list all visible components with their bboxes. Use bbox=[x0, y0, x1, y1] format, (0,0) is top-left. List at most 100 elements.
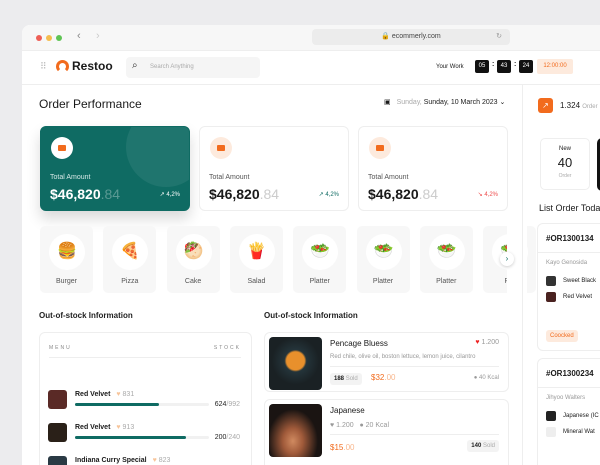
url-text: ecommerly.com bbox=[391, 33, 441, 40]
page-title: Order Performance bbox=[39, 97, 142, 111]
grid-menu-icon[interactable]: ⠿ bbox=[40, 61, 47, 72]
category-platter[interactable]: 🥗 Platter bbox=[356, 226, 410, 293]
logo-icon bbox=[56, 60, 69, 73]
product-price: $32.00 bbox=[371, 373, 396, 382]
reload-icon[interactable]: ↻ bbox=[496, 29, 502, 45]
trend-up-icon: ↗ bbox=[538, 98, 553, 113]
product-image bbox=[269, 404, 322, 457]
date-prefix: Sunday, bbox=[396, 99, 422, 106]
item-thumb bbox=[546, 276, 556, 286]
new-orders-card[interactable]: New 40 Order bbox=[540, 138, 590, 190]
category-label: Platter bbox=[372, 278, 394, 285]
product-likes: ♥ 1.200 ● 20 Kcal bbox=[330, 422, 390, 429]
product-description: Red chile, olive oil, boston lettuce, le… bbox=[330, 354, 476, 360]
timer-hours: 05 bbox=[475, 60, 489, 73]
search-icon: ⌕ bbox=[132, 60, 138, 71]
card-label: Total Amount bbox=[209, 174, 250, 181]
browser-chrome: ‹ › 🔒 ecommerly.com ↻ bbox=[22, 25, 600, 51]
sold-badge: 188 Sold bbox=[330, 373, 362, 385]
summary-card[interactable]: Total Amount $46,820.84 ↘ 4,2% bbox=[358, 126, 508, 211]
order-item: Mineral Wat bbox=[563, 429, 595, 435]
back-icon[interactable]: ‹ bbox=[77, 30, 81, 42]
category-platter[interactable]: 🥗 Platter bbox=[419, 226, 473, 293]
category-label: Platter bbox=[309, 278, 330, 285]
product-name: Pencage Bluess bbox=[330, 339, 388, 348]
order-item: Japanese (IC bbox=[563, 413, 599, 419]
category-salad[interactable]: 🍟 Salad bbox=[229, 226, 283, 293]
order-item: Sweet Black bbox=[563, 278, 597, 284]
customer-name: Kayo Genosida bbox=[546, 260, 588, 266]
category-cake[interactable]: 🥙 Cake bbox=[166, 226, 220, 293]
stock-row[interactable]: Red Velvet831 624/992 bbox=[48, 390, 240, 420]
date-value: Sunday, 10 March 2023 bbox=[423, 99, 498, 106]
card-change: ↗ 4,2% bbox=[159, 192, 180, 198]
order-id: #OR1300134 bbox=[546, 234, 594, 243]
address-bar[interactable]: 🔒 ecommerly.com ↻ bbox=[312, 29, 510, 45]
food-icon: 🥗 bbox=[302, 234, 339, 270]
category-platter[interactable]: 🥗 Platter bbox=[293, 226, 347, 293]
category-label: Pizza bbox=[121, 278, 139, 285]
order-id: #OR1300234 bbox=[546, 369, 594, 378]
product-likes: ♥ 1.200 bbox=[475, 339, 499, 346]
card-change: ↘ 4,2% bbox=[477, 192, 498, 198]
stock-progress bbox=[75, 436, 209, 439]
food-icon: 🍟 bbox=[238, 234, 275, 270]
orders-total: 1.324 Order bbox=[560, 101, 598, 110]
minimize-dot[interactable] bbox=[46, 35, 52, 41]
chevron-down-icon: ⌄ bbox=[499, 99, 506, 106]
category-pizza[interactable]: 🍕 Pizza bbox=[103, 226, 157, 293]
item-thumb bbox=[546, 427, 556, 437]
stock-progress bbox=[75, 403, 209, 406]
food-icon: 🍕 bbox=[112, 234, 149, 270]
sold-badge: 140 Sold bbox=[467, 440, 499, 452]
card-amount: $46,820.84 bbox=[50, 186, 121, 202]
close-dot[interactable] bbox=[36, 35, 42, 41]
products-section-title: Out-of-stock Information bbox=[264, 311, 358, 320]
search-input[interactable]: ⌕ Search Anything bbox=[126, 57, 260, 78]
date-picker[interactable]: ▣ Sunday, Sunday, 10 March 2023 ⌄ bbox=[384, 98, 505, 106]
summary-card-highlighted[interactable]: Total Amount $46,820.84 ↗ 4,2% bbox=[40, 126, 190, 211]
order-item: Red Velvet bbox=[563, 294, 593, 300]
new-sub: Order bbox=[558, 173, 572, 179]
food-icon: 🥗 bbox=[365, 234, 402, 270]
stock-row[interactable]: Red Velvet913 200/240 bbox=[48, 423, 240, 453]
new-count: 40 bbox=[557, 155, 573, 170]
item-thumb bbox=[48, 456, 67, 465]
timer-minutes: 43 bbox=[497, 60, 511, 73]
maximize-dot[interactable] bbox=[56, 35, 62, 41]
wallet-icon bbox=[210, 137, 232, 159]
timer-total: 12:00:00 bbox=[537, 59, 573, 74]
carousel-next-button[interactable]: › bbox=[500, 252, 514, 266]
customer-name: Jihyoo Walters bbox=[546, 395, 586, 401]
browser-window: ‹ › 🔒 ecommerly.com ↻ ⠿ Restoo ⌕ Search A… bbox=[22, 25, 600, 465]
wallet-icon bbox=[51, 137, 73, 159]
app-header: ⠿ Restoo ⌕ Search Anything Your Work 05 … bbox=[22, 51, 600, 85]
summary-card[interactable]: Total Amount $46,820.84 ↗ 4,2% bbox=[199, 126, 349, 211]
card-amount: $46,820.84 bbox=[209, 186, 280, 202]
brand-name: Restoo bbox=[72, 59, 113, 73]
order-card[interactable]: #OR1300134 Kayo Genosida Sweet Black Red… bbox=[537, 223, 600, 351]
status-badge: Coocked bbox=[546, 330, 578, 342]
item-name: Red Velvet913 bbox=[75, 424, 134, 431]
category-label: Salad bbox=[247, 278, 266, 285]
list-order-title: List Order Today bbox=[539, 203, 600, 213]
item-thumb bbox=[546, 292, 556, 302]
item-name: Indiana Curry Special823 bbox=[75, 457, 170, 464]
product-card[interactable]: Japanese ♥ 1.200 ● 20 Kcal $15.00 140 So… bbox=[264, 399, 509, 465]
card-amount: $46,820.84 bbox=[368, 186, 439, 202]
product-price: $15.00 bbox=[330, 443, 355, 452]
stock-row[interactable]: Indiana Curry Special823 523/834 bbox=[48, 456, 240, 465]
category-burger[interactable]: 🍔 Burger bbox=[40, 226, 93, 293]
card-change: ↗ 4,2% bbox=[318, 192, 339, 198]
product-card[interactable]: Pencage Bluess ♥ 1.200 Red chile, olive … bbox=[264, 332, 509, 392]
stock-count: 200/240 bbox=[214, 434, 240, 441]
wallet-icon bbox=[369, 137, 391, 159]
food-icon: 🍔 bbox=[49, 234, 85, 270]
column-menu: MENU bbox=[49, 345, 72, 351]
item-thumb bbox=[48, 423, 67, 442]
card-label: Total Amount bbox=[368, 174, 409, 181]
order-card[interactable]: #OR1300234 Jihyoo Walters Japanese (IC M… bbox=[537, 358, 600, 465]
calendar-icon: ▣ bbox=[384, 99, 391, 106]
forward-icon[interactable]: › bbox=[96, 30, 100, 42]
product-image bbox=[269, 337, 322, 390]
